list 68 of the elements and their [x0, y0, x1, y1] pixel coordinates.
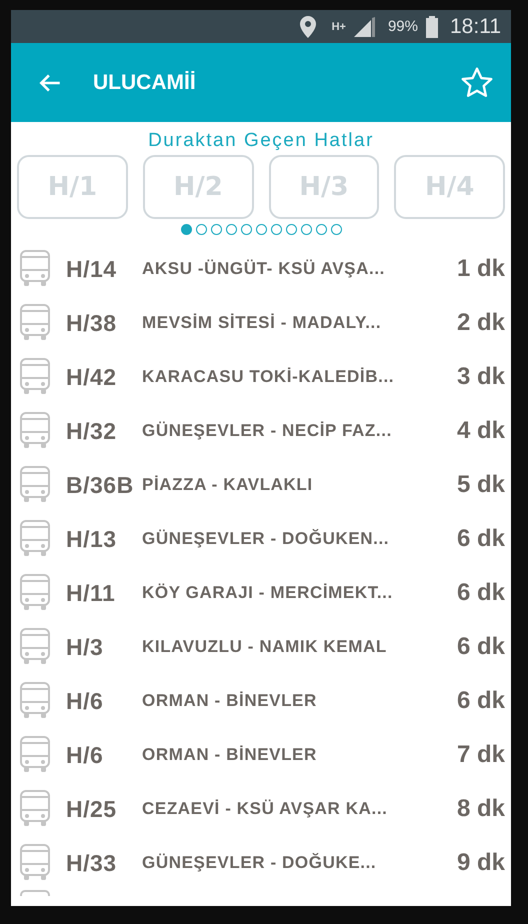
- page-dot[interactable]: [196, 224, 206, 235]
- bus-icon: [20, 412, 50, 450]
- battery-level: 99%: [388, 18, 418, 35]
- route-name: KARACASU TOKİ-KALEDİB...: [142, 367, 396, 387]
- line-code: B/36B: [66, 472, 135, 498]
- arrival-time: 6 dk: [456, 687, 505, 715]
- line-code: H/13: [66, 526, 118, 552]
- line-code: H/6: [66, 742, 104, 768]
- bus-icon: [20, 736, 50, 774]
- location-pin-icon: [300, 16, 316, 38]
- page-dot[interactable]: [330, 224, 342, 235]
- page-dot[interactable]: [240, 224, 252, 235]
- arrival-time: 1 dk: [456, 255, 505, 283]
- line-code: H/3: [66, 634, 104, 660]
- bus-icon: [20, 682, 50, 720]
- bus-icon: [20, 574, 50, 612]
- arrival-time: 6 dk: [456, 633, 505, 661]
- route-name: KÖY GARAJI - MERCİMEKT...: [142, 583, 394, 603]
- bus-icon: [20, 304, 50, 342]
- line-code: H/14: [66, 256, 118, 282]
- line-code: H/38: [66, 310, 118, 336]
- line-code: H/33: [66, 850, 118, 876]
- page-dot[interactable]: [180, 224, 192, 235]
- bus-icon: [20, 250, 50, 288]
- line-code: H/25: [66, 796, 118, 822]
- route-name: ORMAN - BİNEVLER: [142, 745, 318, 765]
- route-name: KILAVUZLU - NAMIK KEMAL: [142, 637, 388, 657]
- line-code: H/6: [66, 688, 104, 714]
- line-code: H/42: [66, 364, 118, 390]
- bus-icon: [20, 628, 50, 666]
- bus-icon: [20, 844, 50, 882]
- stop-title: ULUCAMİİ: [93, 70, 197, 94]
- page-dot[interactable]: [286, 224, 296, 235]
- page-dot[interactable]: [270, 224, 282, 235]
- route-name: GÜNEŞEVLER - DOĞUKEN...: [142, 529, 390, 549]
- bus-icon: [20, 890, 50, 896]
- arrival-time: 3 dk: [456, 363, 505, 391]
- bus-icon: [20, 790, 50, 828]
- section-title: Duraktan Geçen Hatlar: [147, 130, 375, 152]
- page-dot[interactable]: [226, 224, 236, 235]
- route-name: PİAZZA - KAVLAKLI: [142, 475, 314, 495]
- route-name: ORMAN - BİNEVLER: [142, 691, 318, 711]
- route-name: CEZAEVİ - KSÜ AVŞAR KA...: [142, 799, 388, 819]
- line-code: H/11: [66, 580, 116, 606]
- bus-icon: [20, 358, 50, 396]
- route-name: GÜNEŞEVLER - NECİP FAZ...: [142, 421, 393, 441]
- line-code: H/32: [66, 418, 118, 444]
- page-dot[interactable]: [316, 224, 326, 235]
- arrival-time: 6 dk: [456, 525, 505, 553]
- route-name: AKSU -ÜNGÜT- KSÜ AVŞA...: [142, 259, 386, 279]
- arrival-time: 4 dk: [456, 417, 505, 445]
- arrival-time: 2 dk: [456, 309, 505, 337]
- arrival-time: 5 dk: [456, 471, 505, 499]
- clock: 18:11: [450, 14, 501, 38]
- arrival-time: 6 dk: [456, 579, 505, 607]
- arrival-time: 9 dk: [456, 849, 505, 877]
- bus-icon: [20, 466, 50, 504]
- battery-icon: [426, 16, 438, 38]
- network-type: H+: [332, 20, 346, 32]
- page-dot[interactable]: [300, 224, 312, 235]
- arrival-time: 8 dk: [456, 795, 505, 823]
- signal-icon: [354, 16, 376, 36]
- route-name: MEVSİM SİTESİ - MADALY...: [142, 313, 382, 333]
- bus-icon: [20, 520, 50, 558]
- route-name: GÜNEŞEVLER - DOĞUKE...: [142, 853, 378, 873]
- page-dot[interactable]: [256, 224, 266, 235]
- page-dot[interactable]: [210, 224, 222, 235]
- arrival-time: 7 dk: [456, 741, 505, 769]
